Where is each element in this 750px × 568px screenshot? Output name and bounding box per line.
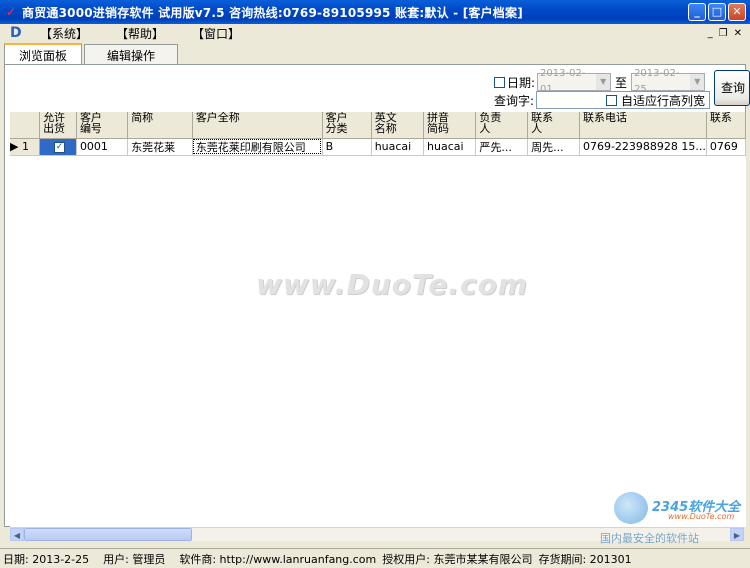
menu-window[interactable]: 【窗口】: [192, 25, 240, 42]
date-filter: 日期: 2013-02-01 ▼ 至 2013-02-25 ▼: [494, 68, 706, 95]
app-icon: ✓: [5, 5, 17, 19]
autofit-checkbox[interactable]: [606, 94, 618, 106]
status-period: 存货期间: 201301: [538, 552, 632, 566]
row-header-corner: [10, 112, 41, 139]
customer-table: 允许 出货 客户 编号 简称 客户全称 客户 分类 英文 名称 拼音 简码 负责人 联系人…: [10, 112, 746, 156]
row-indicator[interactable]: ▶ 1: [10, 138, 41, 156]
autofit-label: 自适应行高列宽: [621, 93, 706, 108]
site-url: www.DuoTe.com: [668, 512, 735, 521]
status-bar: 日期: 2013-2-25 用户: 管理员 软件商: http://www.la…: [0, 548, 750, 568]
table-row[interactable]: ▶ 1 ✓ 0001 东莞花莱 东莞花莱印刷有限公司 B huacai huac…: [10, 138, 746, 156]
col-owner[interactable]: 负责人: [475, 112, 529, 139]
menu-bar: D 【系统】 【帮助】 【窗口】 _ ❐ ✕: [0, 24, 750, 42]
mdi-restore-button[interactable]: ❐: [719, 28, 728, 39]
mdi-controls: _ ❐ ✕: [708, 28, 742, 39]
customer-grid: 允许 出货 客户 编号 简称 客户全称 客户 分类 英文 名称 拼音 简码 负责人 联系人…: [10, 112, 746, 527]
app-logo-icon: D: [10, 25, 22, 41]
query-button[interactable]: 查询: [714, 70, 750, 106]
date-from-picker[interactable]: 2013-02-01 ▼: [537, 68, 612, 95]
scroll-left-icon[interactable]: ◀: [10, 528, 24, 541]
col-allow-ship[interactable]: 允许 出货: [39, 112, 77, 139]
date-to-label: 至: [615, 75, 628, 90]
english-name-cell[interactable]: huacai: [371, 138, 425, 156]
maximize-button[interactable]: □: [708, 3, 726, 21]
extra-cell[interactable]: 0769: [706, 138, 746, 156]
owner-cell[interactable]: 严先...: [475, 138, 529, 156]
minimize-button[interactable]: _: [688, 3, 706, 21]
chevron-down-icon[interactable]: ▼: [596, 74, 611, 90]
scroll-thumb[interactable]: [24, 528, 192, 541]
col-pinyin[interactable]: 拼音 简码: [423, 112, 477, 139]
code-cell[interactable]: 0001: [76, 138, 129, 156]
col-english-name[interactable]: 英文 名称: [371, 112, 425, 139]
table-header-row: 允许 出货 客户 编号 简称 客户全称 客户 分类 英文 名称 拼音 简码 负责人 联系人…: [10, 112, 746, 139]
col-category[interactable]: 客户 分类: [322, 112, 372, 139]
status-date: 日期: 2013-2-25: [3, 552, 90, 566]
mascot-icon: [614, 492, 648, 524]
mdi-minimize-button[interactable]: _: [708, 28, 713, 39]
phone-cell[interactable]: 0769-223988928 15...: [579, 138, 707, 156]
menu-help[interactable]: 【帮助】: [116, 25, 164, 42]
col-contact[interactable]: 联系人: [527, 112, 580, 139]
date-to-picker[interactable]: 2013-02-25 ▼: [631, 68, 706, 95]
category-cell[interactable]: B: [322, 138, 372, 156]
window-title: 商贸通3000进销存软件 试用版v7.5 咨询热线:0769-89105995 …: [22, 5, 523, 20]
full-name-cell[interactable]: 东莞花莱印刷有限公司: [192, 138, 323, 156]
date-filter-checkbox[interactable]: [494, 76, 505, 88]
col-extra[interactable]: 联系: [706, 112, 746, 139]
duote-watermark: www.DuoTe.com: [256, 268, 528, 301]
contact-cell[interactable]: 周先...: [527, 138, 580, 156]
close-button[interactable]: ✕: [728, 3, 746, 21]
col-customer-code[interactable]: 客户 编号: [76, 112, 129, 139]
chevron-down-icon[interactable]: ▼: [690, 74, 705, 90]
site-logo: 2345软件大全 www.DuoTe.com: [612, 490, 748, 528]
col-full-name[interactable]: 客户全称: [192, 112, 323, 139]
col-phone[interactable]: 联系电话: [579, 112, 707, 139]
scroll-right-icon[interactable]: ▶: [730, 528, 744, 541]
mdi-close-button[interactable]: ✕: [734, 28, 742, 39]
menu-system[interactable]: 【系统】: [40, 25, 88, 42]
query-input[interactable]: 自适应行高列宽: [536, 91, 711, 109]
status-vendor: 软件商: http://www.lanruanfang.com: [179, 552, 377, 566]
tab-strip: 浏览面板 编辑操作: [4, 43, 180, 64]
allow-ship-checkbox[interactable]: ✓: [54, 141, 65, 153]
title-bar: ✓ 商贸通3000进销存软件 试用版v7.5 咨询热线:0769-8910599…: [0, 0, 750, 24]
col-short-name[interactable]: 简称: [127, 112, 193, 139]
tab-browse-panel[interactable]: 浏览面板: [4, 43, 83, 64]
site-slogan: 国内最安全的软件站: [600, 532, 699, 545]
date-label: 日期:: [507, 75, 536, 90]
allow-ship-cell[interactable]: ✓: [39, 138, 77, 156]
tab-edit-operation[interactable]: 编辑操作: [84, 44, 179, 64]
pinyin-cell[interactable]: huacai: [423, 138, 477, 156]
query-filter: 查询字: 自适应行高列宽: [494, 91, 711, 109]
status-licensee: 授权用户: 东莞市某某有限公司: [382, 552, 533, 566]
status-user: 用户: 管理员: [103, 552, 166, 566]
query-label: 查询字:: [494, 93, 535, 108]
short-name-cell[interactable]: 东莞花莱: [127, 138, 193, 156]
